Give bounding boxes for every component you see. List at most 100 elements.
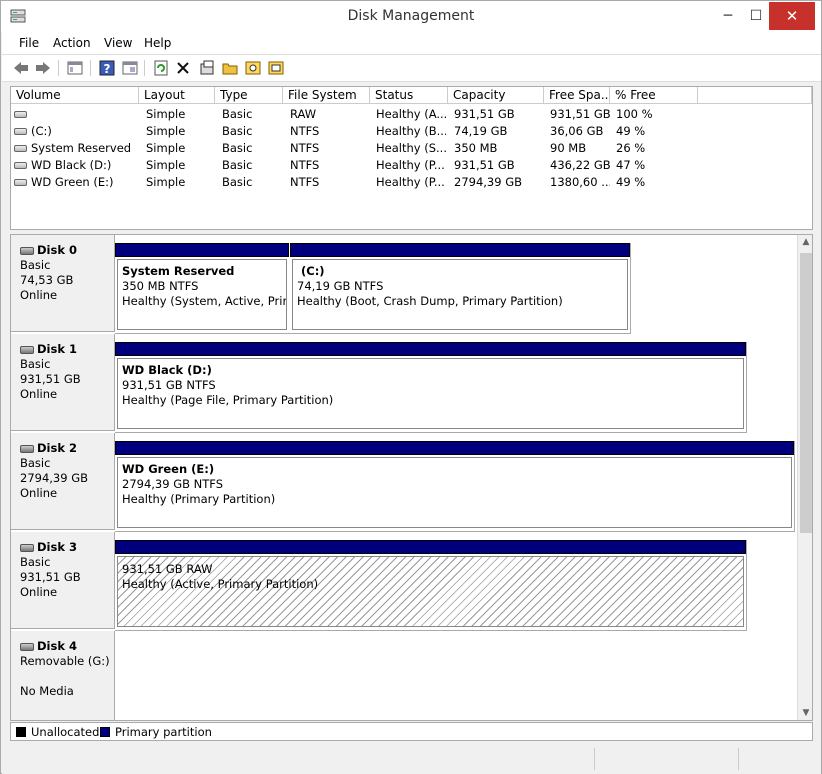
properties-icon[interactable] <box>198 59 216 77</box>
partition-size: 931,51 GB NTFS <box>122 378 216 392</box>
volume-free-space: 1380,60 ... <box>550 175 610 189</box>
menu-file[interactable]: File <box>19 36 39 50</box>
vertical-scrollbar[interactable]: ▲ ▼ <box>797 235 812 720</box>
volume-row[interactable]: (C:) Simple Basic NTFS Healthy (B... 74,… <box>11 123 812 140</box>
toolbar: ? <box>2 54 821 82</box>
disk-settings-icon[interactable] <box>267 59 285 77</box>
column-header-free-space[interactable]: Free Spa... <box>544 87 610 104</box>
hard-disk-icon <box>20 543 34 552</box>
volume-row[interactable]: Simple Basic RAW Healthy (A... 931,51 GB… <box>11 106 812 123</box>
column-header-percent-free[interactable]: % Free <box>610 87 698 104</box>
disk-3-label[interactable]: Disk 3 Basic 931,51 GB Online <box>11 532 115 629</box>
partition-title: System Reserved <box>122 264 235 278</box>
partition-c-drive[interactable]: (C:) 74,19 GB NTFS Healthy (Boot, Crash … <box>290 243 630 333</box>
close-button[interactable]: ✕ <box>769 2 815 30</box>
volume-file-system: NTFS <box>290 124 320 138</box>
volume-layout: Simple <box>146 175 186 189</box>
scroll-up-arrow-icon[interactable]: ▲ <box>798 237 812 247</box>
drive-icon <box>14 162 27 169</box>
volume-status: Healthy (P... <box>376 158 445 172</box>
partition-title: WD Green (E:) <box>122 462 215 476</box>
removable-disk-icon <box>20 642 34 651</box>
volume-percent-free: 100 % <box>616 107 653 121</box>
maximize-button[interactable]: ☐ <box>743 2 769 30</box>
volume-row[interactable]: WD Green (E:) Simple Basic NTFS Healthy … <box>11 174 812 191</box>
volume-layout: Simple <box>146 158 186 172</box>
back-icon[interactable] <box>12 59 30 77</box>
hard-disk-icon <box>20 345 34 354</box>
disk-type: Basic <box>20 555 51 569</box>
volume-name: System Reserved <box>31 141 132 155</box>
disk-graphical-view: Disk 0 Basic 74,53 GB Online System Rese… <box>10 234 813 721</box>
scroll-down-arrow-icon[interactable]: ▼ <box>798 708 812 718</box>
volume-type: Basic <box>222 141 253 155</box>
drive-icon <box>14 111 27 118</box>
help-icon[interactable]: ? <box>98 59 116 77</box>
disk-name: Disk 0 <box>37 243 77 257</box>
volume-percent-free: 47 % <box>616 158 646 172</box>
delete-icon[interactable] <box>174 59 192 77</box>
partition-size: 2794,39 GB NTFS <box>122 477 224 491</box>
column-header-status[interactable]: Status <box>370 87 448 104</box>
volume-status: Healthy (P... <box>376 175 445 189</box>
volume-percent-free: 49 % <box>616 175 646 189</box>
disk-status: Online <box>20 288 58 302</box>
partition-color-bar <box>115 342 746 356</box>
volume-type: Basic <box>222 124 253 138</box>
partition-size: 74,19 GB NTFS <box>297 279 384 293</box>
column-header-file-system[interactable]: File System <box>283 87 370 104</box>
drive-icon <box>14 179 27 186</box>
forward-icon[interactable] <box>34 59 52 77</box>
drive-icon <box>14 145 27 152</box>
explore-icon[interactable] <box>244 59 262 77</box>
column-header-type[interactable]: Type <box>215 87 283 104</box>
open-icon[interactable] <box>221 59 239 77</box>
menu-action[interactable]: Action <box>53 36 91 50</box>
refresh-icon[interactable] <box>152 59 170 77</box>
disk-2-label[interactable]: Disk 2 Basic 2794,39 GB Online <box>11 433 115 530</box>
volume-name: WD Green (E:) <box>31 175 114 189</box>
partition-system-reserved[interactable]: System Reserved 350 MB NTFS Healthy (Sys… <box>115 243 289 333</box>
title-bar[interactable]: Disk Management ─ ☐ ✕ <box>1 1 821 32</box>
disk-size: 74,53 GB <box>20 273 74 287</box>
scrollbar-thumb[interactable] <box>800 253 812 533</box>
status-separator <box>738 748 739 770</box>
drive-icon <box>14 128 27 135</box>
partition-wd-green[interactable]: WD Green (E:) 2794,39 GB NTFS Healthy (P… <box>115 441 794 531</box>
volume-layout: Simple <box>146 107 186 121</box>
partition-raw[interactable]: 931,51 GB RAW Healthy (Active, Primary P… <box>115 540 746 630</box>
disk-management-window: Disk Management ─ ☐ ✕ File Action View H… <box>0 0 822 774</box>
partition-status: Healthy (Page File, Primary Partition) <box>122 393 334 407</box>
partition-color-bar <box>290 243 630 257</box>
svg-text:?: ? <box>104 62 111 76</box>
column-header-capacity[interactable]: Capacity <box>448 87 544 104</box>
legend-primary-partition: Primary partition <box>115 725 212 739</box>
properties-view-icon[interactable] <box>121 59 139 77</box>
volume-status: Healthy (B... <box>376 124 446 138</box>
volume-row[interactable]: WD Black (D:) Simple Basic NTFS Healthy … <box>11 157 812 174</box>
column-header-layout[interactable]: Layout <box>139 87 215 104</box>
partition-wd-black[interactable]: WD Black (D:) 931,51 GB NTFS Healthy (Pa… <box>115 342 746 432</box>
volume-name: WD Black (D:) <box>31 158 112 172</box>
window-title: Disk Management <box>347 8 475 24</box>
legend-bar: Unallocated Primary partition <box>10 722 813 741</box>
menu-help[interactable]: Help <box>144 36 171 50</box>
volume-capacity: 2794,39 GB <box>454 175 523 189</box>
disk-0-label[interactable]: Disk 0 Basic 74,53 GB Online <box>11 235 115 332</box>
volume-row[interactable]: System Reserved Simple Basic NTFS Health… <box>11 140 812 157</box>
menu-view[interactable]: View <box>104 36 132 50</box>
disk-size <box>20 669 114 684</box>
disk-1-partitions: WD Black (D:) 931,51 GB NTFS Healthy (Pa… <box>115 342 747 433</box>
minimize-button[interactable]: ─ <box>713 2 743 30</box>
console-tree-icon[interactable] <box>66 59 84 77</box>
column-header-volume[interactable]: Volume <box>11 87 139 104</box>
disk-1-label[interactable]: Disk 1 Basic 931,51 GB Online <box>11 334 115 431</box>
volume-file-system: NTFS <box>290 141 320 155</box>
status-bar <box>2 744 821 774</box>
disk-0-partitions: System Reserved 350 MB NTFS Healthy (Sys… <box>115 243 631 334</box>
disk-4-label[interactable]: Disk 4 Removable (G:) No Media <box>11 631 115 720</box>
primary-partition-swatch <box>100 727 110 737</box>
toolbar-separator <box>144 60 145 76</box>
volume-file-system: NTFS <box>290 175 320 189</box>
disk-3-partitions: 931,51 GB RAW Healthy (Active, Primary P… <box>115 540 747 631</box>
